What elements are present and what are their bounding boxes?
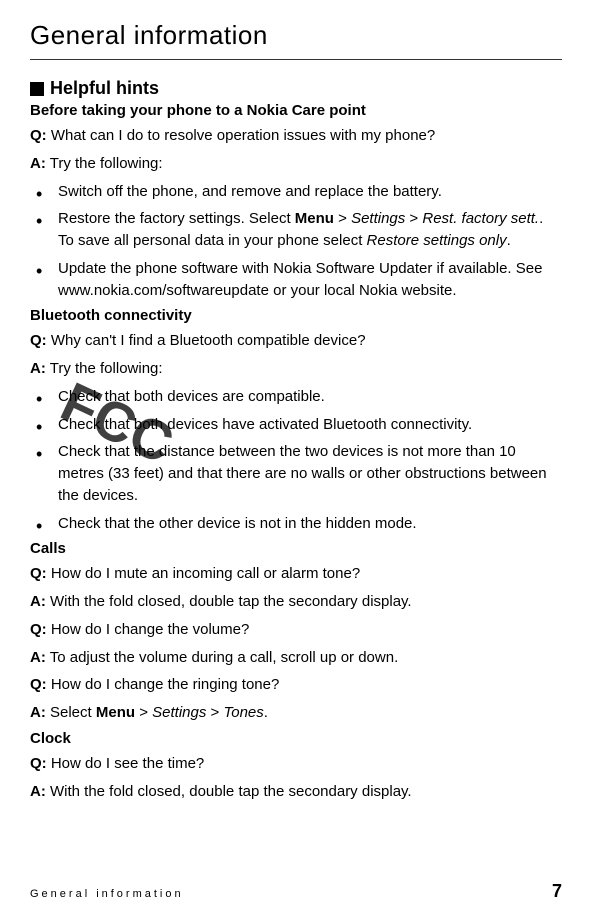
a6-text: With the fold closed, double tap the sec… xyxy=(46,783,412,800)
section-heading: Helpful hints xyxy=(50,78,159,99)
q6: Q: How do I see the time? xyxy=(30,753,562,775)
q5: Q: How do I change the ringing tone? xyxy=(30,674,562,696)
q5-text: How do I change the ringing tone? xyxy=(47,676,280,693)
q-label: Q: xyxy=(30,755,47,772)
footer: General information 7 xyxy=(30,881,562,902)
sub-before-care: Before taking your phone to a Nokia Care… xyxy=(30,102,562,119)
a-label: A: xyxy=(30,593,46,610)
list-item: Check that both devices are compatible. xyxy=(46,386,562,408)
list-item: Check that the distance between the two … xyxy=(46,441,562,506)
a-label: A: xyxy=(30,155,46,172)
q3-text: How do I mute an incoming call or alarm … xyxy=(47,565,360,582)
list-item: Check that the other device is not in th… xyxy=(46,513,562,535)
a-label: A: xyxy=(30,783,46,800)
a-label: A: xyxy=(30,649,46,666)
a-label: A: xyxy=(30,704,46,721)
q6-text: How do I see the time? xyxy=(47,755,205,772)
a4-text: To adjust the volume during a call, scro… xyxy=(46,649,398,666)
a2-text: Try the following: xyxy=(46,360,163,377)
q-label: Q: xyxy=(30,565,47,582)
list-item: Update the phone software with Nokia Sof… xyxy=(46,258,562,302)
q4-text: How do I change the volume? xyxy=(47,621,250,638)
a2: A: Try the following: xyxy=(30,358,562,380)
list-item: Restore the factory settings. Select Men… xyxy=(46,208,562,252)
q2-text: Why can't I find a Bluetooth compatible … xyxy=(47,332,366,349)
sub-clock: Clock xyxy=(30,730,562,747)
a3: A: With the fold closed, double tap the … xyxy=(30,591,562,613)
square-bullet-icon xyxy=(30,82,44,96)
a3-text: With the fold closed, double tap the sec… xyxy=(46,593,412,610)
q3: Q: How do I mute an incoming call or ala… xyxy=(30,563,562,585)
a6: A: With the fold closed, double tap the … xyxy=(30,781,562,803)
a5-text: Select xyxy=(46,704,96,721)
list-item: Switch off the phone, and remove and rep… xyxy=(46,181,562,203)
q-label: Q: xyxy=(30,127,47,144)
q4: Q: How do I change the volume? xyxy=(30,619,562,641)
a-label: A: xyxy=(30,360,46,377)
q1-text: What can I do to resolve operation issue… xyxy=(47,127,436,144)
sub-calls: Calls xyxy=(30,540,562,557)
bullets1: Switch off the phone, and remove and rep… xyxy=(30,181,562,302)
q-label: Q: xyxy=(30,676,47,693)
a4: A: To adjust the volume during a call, s… xyxy=(30,647,562,669)
footer-label: General information xyxy=(30,888,184,900)
section-heading-row: Helpful hints xyxy=(30,78,562,99)
page-title: General information xyxy=(30,20,562,60)
bullets2: Check that both devices are compatible. … xyxy=(30,386,562,535)
q-label: Q: xyxy=(30,621,47,638)
a1: A: Try the following: xyxy=(30,153,562,175)
q2: Q: Why can't I find a Bluetooth compatib… xyxy=(30,330,562,352)
q1: Q: What can I do to resolve operation is… xyxy=(30,125,562,147)
a5: A: Select Menu > Settings > Tones. xyxy=(30,702,562,724)
a1-text: Try the following: xyxy=(46,155,163,172)
page-number: 7 xyxy=(552,881,562,902)
q-label: Q: xyxy=(30,332,47,349)
sub-bluetooth: Bluetooth connectivity xyxy=(30,307,562,324)
list-item: Check that both devices have activated B… xyxy=(46,414,562,436)
